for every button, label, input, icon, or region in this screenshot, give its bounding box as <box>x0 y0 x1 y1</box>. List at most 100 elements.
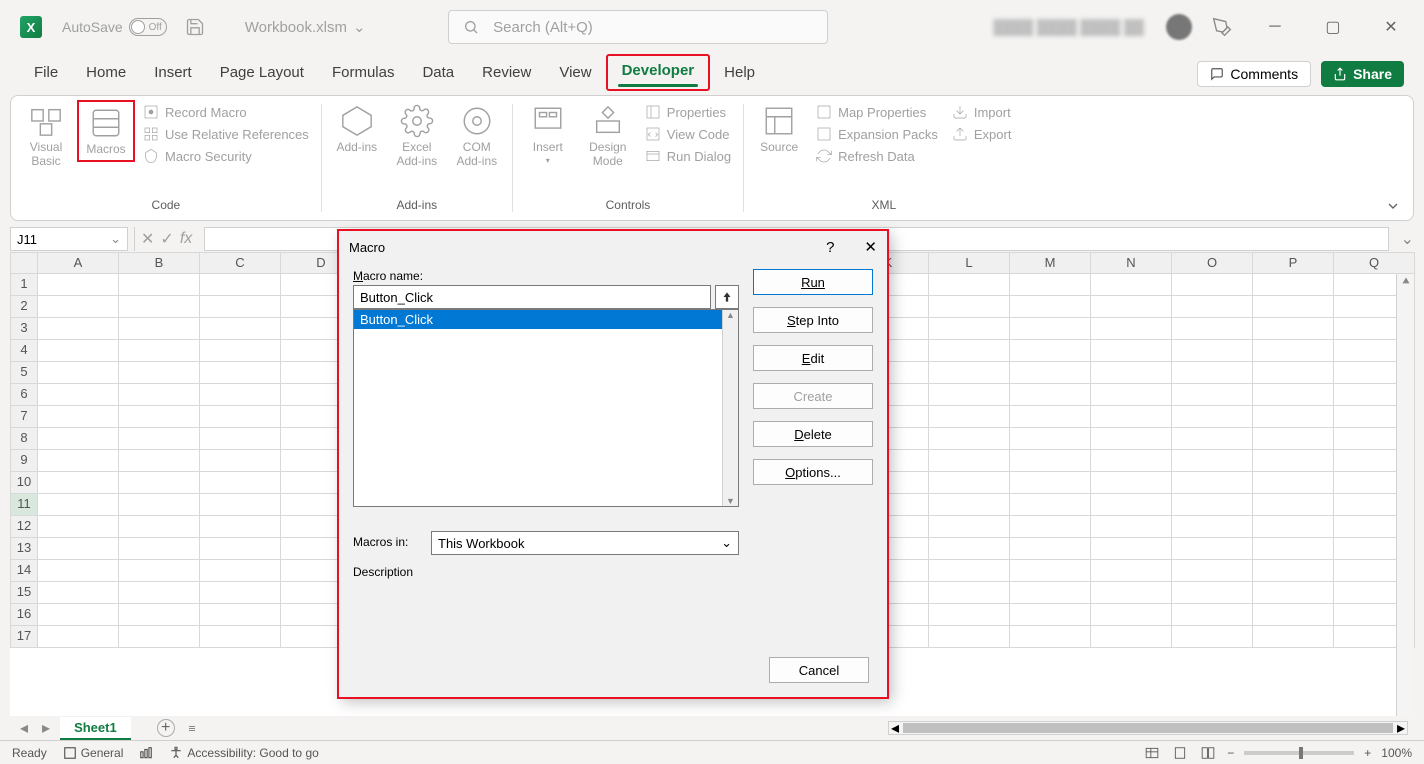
cell[interactable] <box>1172 494 1253 516</box>
column-header[interactable]: Q <box>1334 252 1415 274</box>
row-header[interactable]: 12 <box>10 516 38 538</box>
row-header[interactable]: 15 <box>10 582 38 604</box>
cell[interactable] <box>1253 340 1334 362</box>
row-header[interactable]: 11 <box>10 494 38 516</box>
row-header[interactable]: 8 <box>10 428 38 450</box>
enter-formula-icon[interactable]: ✓ <box>160 229 173 249</box>
cancel-formula-icon[interactable]: ✕ <box>141 229 154 249</box>
name-box[interactable]: J11 ⌄ <box>10 227 128 251</box>
status-workbook-stats-icon[interactable] <box>139 746 153 760</box>
macro-security-button[interactable]: Macro Security <box>141 146 311 166</box>
tab-help[interactable]: Help <box>710 58 769 91</box>
column-header[interactable]: C <box>200 252 281 274</box>
cell[interactable] <box>119 318 200 340</box>
step-into-button[interactable]: Step Into <box>753 307 873 333</box>
close-button[interactable]: ✕ <box>1368 12 1414 42</box>
column-header[interactable]: L <box>929 252 1010 274</box>
cell[interactable] <box>1091 384 1172 406</box>
cell[interactable] <box>1172 318 1253 340</box>
fx-icon[interactable]: fx <box>180 230 192 248</box>
cell[interactable] <box>1010 318 1091 340</box>
row-header[interactable]: 2 <box>10 296 38 318</box>
cell[interactable] <box>1010 296 1091 318</box>
cell[interactable] <box>1253 428 1334 450</box>
cell[interactable] <box>1091 626 1172 648</box>
insert-control-button[interactable]: Insert▾ <box>519 100 577 170</box>
cell[interactable] <box>929 494 1010 516</box>
cell[interactable] <box>200 582 281 604</box>
cell[interactable] <box>929 604 1010 626</box>
row-header[interactable]: 7 <box>10 406 38 428</box>
cell[interactable] <box>38 604 119 626</box>
cell[interactable] <box>1172 362 1253 384</box>
cell[interactable] <box>200 538 281 560</box>
cell[interactable] <box>200 604 281 626</box>
cell[interactable] <box>1172 340 1253 362</box>
cell[interactable] <box>200 340 281 362</box>
macro-list-item[interactable]: Button_Click <box>354 310 738 329</box>
cell[interactable] <box>38 384 119 406</box>
cell[interactable] <box>38 450 119 472</box>
macros-button[interactable]: Macros <box>77 100 135 162</box>
filename[interactable]: Workbook.xlsm ⌄ <box>245 18 366 36</box>
cell[interactable] <box>38 472 119 494</box>
view-code-button[interactable]: View Code <box>643 124 733 144</box>
tab-formulas[interactable]: Formulas <box>318 58 409 91</box>
cell[interactable] <box>1010 406 1091 428</box>
cell[interactable] <box>1253 604 1334 626</box>
save-icon[interactable] <box>185 17 205 37</box>
properties-button[interactable]: Properties <box>643 102 733 122</box>
cell[interactable] <box>929 406 1010 428</box>
com-addins-button[interactable]: COM Add-ins <box>448 100 506 173</box>
tab-insert[interactable]: Insert <box>140 58 206 91</box>
cell[interactable] <box>38 406 119 428</box>
cell[interactable] <box>200 428 281 450</box>
cell[interactable] <box>38 296 119 318</box>
tab-developer[interactable]: Developer <box>606 54 711 91</box>
cell[interactable] <box>1091 538 1172 560</box>
xml-export-button[interactable]: Export <box>950 124 1014 144</box>
cell[interactable] <box>200 494 281 516</box>
cell[interactable] <box>1172 384 1253 406</box>
tab-file[interactable]: File <box>20 58 72 91</box>
zoom-out-button[interactable]: − <box>1227 746 1234 760</box>
cell[interactable] <box>1253 406 1334 428</box>
cell[interactable] <box>929 450 1010 472</box>
cell[interactable] <box>929 582 1010 604</box>
cell[interactable] <box>119 538 200 560</box>
sheet-nav-prev[interactable]: ◂ <box>16 718 32 738</box>
cell[interactable] <box>119 450 200 472</box>
cell[interactable] <box>119 274 200 296</box>
cell[interactable] <box>1091 494 1172 516</box>
cell[interactable] <box>929 340 1010 362</box>
cell[interactable] <box>1010 472 1091 494</box>
cell[interactable] <box>1253 296 1334 318</box>
cell[interactable] <box>1091 582 1172 604</box>
cell[interactable] <box>119 626 200 648</box>
cell[interactable] <box>1253 582 1334 604</box>
column-header[interactable]: P <box>1253 252 1334 274</box>
cell[interactable] <box>1253 384 1334 406</box>
vertical-scrollbar[interactable] <box>1396 274 1414 716</box>
status-accessibility[interactable]: Accessibility: Good to go <box>169 746 318 760</box>
cell[interactable] <box>200 626 281 648</box>
column-header[interactable]: A <box>38 252 119 274</box>
cell[interactable] <box>38 318 119 340</box>
run-dialog-button[interactable]: Run Dialog <box>643 146 733 166</box>
maximize-button[interactable]: ▢ <box>1310 12 1356 42</box>
cell[interactable] <box>1091 560 1172 582</box>
refresh-data-button[interactable]: Refresh Data <box>814 146 940 166</box>
cell[interactable] <box>119 296 200 318</box>
new-sheet-button[interactable]: + <box>157 719 175 737</box>
cell[interactable] <box>1091 406 1172 428</box>
column-header[interactable]: B <box>119 252 200 274</box>
cell[interactable] <box>1010 428 1091 450</box>
tab-view[interactable]: View <box>545 58 605 91</box>
row-header[interactable]: 1 <box>10 274 38 296</box>
delete-button[interactable]: Delete <box>753 421 873 447</box>
dialog-close-button[interactable]: ✕ <box>864 238 877 256</box>
cell[interactable] <box>38 340 119 362</box>
xml-source-button[interactable]: Source <box>750 100 808 158</box>
cell[interactable] <box>1091 604 1172 626</box>
cell[interactable] <box>119 340 200 362</box>
